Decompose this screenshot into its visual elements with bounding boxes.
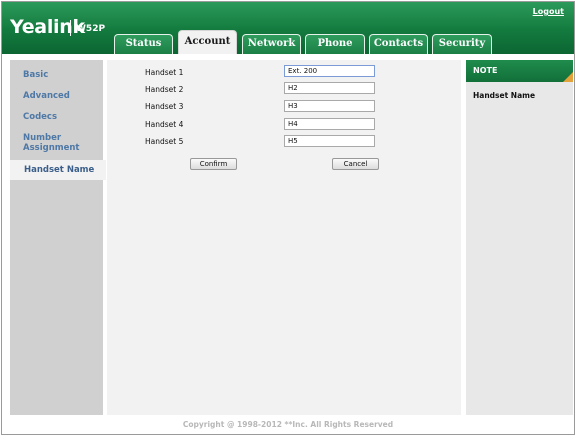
sidebar: Basic Advanced Codecs Number Assignment … [10,60,106,415]
note-corner-accent [563,72,573,82]
sidebar-item-label-line1: Number [23,133,62,143]
confirm-button[interactable]: Confirm [190,158,237,170]
note-body: Handset Name [473,91,536,100]
tab-network[interactable]: Network [242,34,301,54]
tab-contacts[interactable]: Contacts [369,34,428,54]
handset-2-label: Handset 2 [145,85,184,94]
sidebar-item-label-line2: Assignment [23,143,80,153]
tab-security[interactable]: Security [432,34,492,54]
sidebar-item-advanced[interactable]: Advanced [10,91,103,101]
tab-phone[interactable]: Phone [305,34,365,54]
tab-status[interactable]: Status [114,34,173,54]
main-tabs: Status Account Network Phone Contacts Se… [2,2,574,54]
handset-3-input[interactable] [284,100,375,112]
tab-account[interactable]: Account [178,30,237,54]
copyright-footer: Copyright @ 1998-2012 **Inc. All Rights … [182,420,394,429]
sidebar-item-basic[interactable]: Basic [10,70,103,80]
main-content: Handset 1 Handset 2 Handset 3 Handset 4 … [107,60,461,415]
handset-4-label: Handset 4 [145,120,184,129]
app-frame: Yealink W52P Logout Status Account Netwo… [1,1,575,435]
header-bar: Yealink W52P Logout Status Account Netwo… [2,2,574,54]
cancel-button[interactable]: Cancel [332,158,379,170]
handset-1-label: Handset 1 [145,68,184,77]
handset-4-input[interactable] [284,118,375,130]
sidebar-item-number-assignment[interactable]: Number Assignment [10,133,103,153]
handset-5-input[interactable] [284,135,375,147]
handset-2-input[interactable] [284,82,375,94]
note-title: NOTE [466,60,573,82]
handset-5-label: Handset 5 [145,137,184,146]
sidebar-item-codecs[interactable]: Codecs [10,112,103,122]
note-panel: NOTE Handset Name [466,60,573,415]
sidebar-item-handset-name[interactable]: Handset Name [10,160,106,180]
handset-1-input[interactable] [284,65,375,77]
handset-3-label: Handset 3 [145,102,184,111]
